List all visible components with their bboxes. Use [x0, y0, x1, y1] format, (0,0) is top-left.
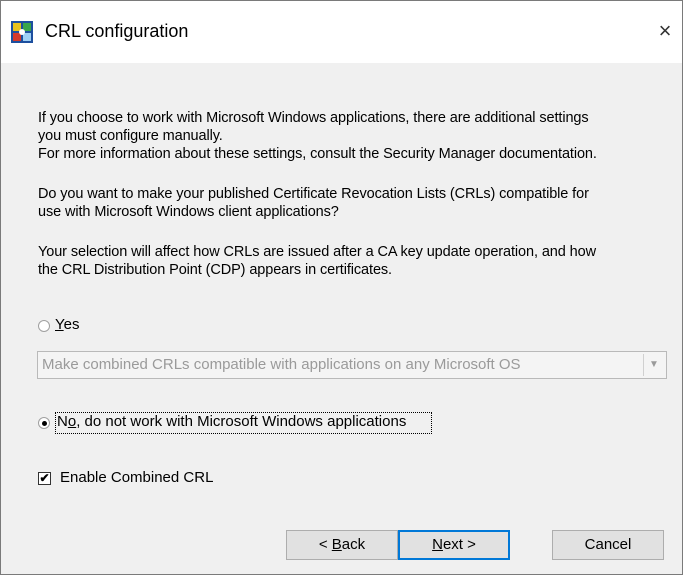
cancel-button[interactable]: Cancel — [552, 530, 664, 560]
effect-paragraph: Your selection will affect how CRLs are … — [38, 244, 596, 278]
no-radio-label[interactable]: No, do not work with Microsoft Windows a… — [57, 413, 406, 430]
yes-radio-label[interactable]: Yes — [55, 316, 79, 333]
enable-combined-crl-checkbox[interactable]: ✔ — [38, 472, 51, 485]
enable-combined-crl-label[interactable]: Enable Combined CRL — [60, 469, 213, 486]
no-radio[interactable] — [38, 417, 50, 429]
dialog-title: CRL configuration — [45, 21, 189, 41]
question-paragraph: Do you want to make your published Certi… — [38, 186, 589, 220]
chevron-down-icon[interactable]: ▼ — [643, 354, 664, 376]
close-icon[interactable]: × — [653, 19, 677, 43]
yes-radio[interactable] — [38, 320, 50, 332]
intro-paragraph: If you choose to work with Microsoft Win… — [38, 110, 597, 162]
crl-configuration-dialog: CRL configuration × If you choose to wor… — [0, 0, 683, 575]
compatibility-dropdown[interactable]: Make combined CRLs compatible with appli… — [37, 351, 667, 379]
back-button[interactable]: < Back — [286, 530, 398, 560]
crl-app-icon — [11, 21, 33, 43]
compatibility-dropdown-value: Make combined CRLs compatible with appli… — [42, 356, 521, 373]
next-button[interactable]: Next > — [398, 530, 510, 560]
title-bar: CRL configuration × — [1, 1, 682, 63]
